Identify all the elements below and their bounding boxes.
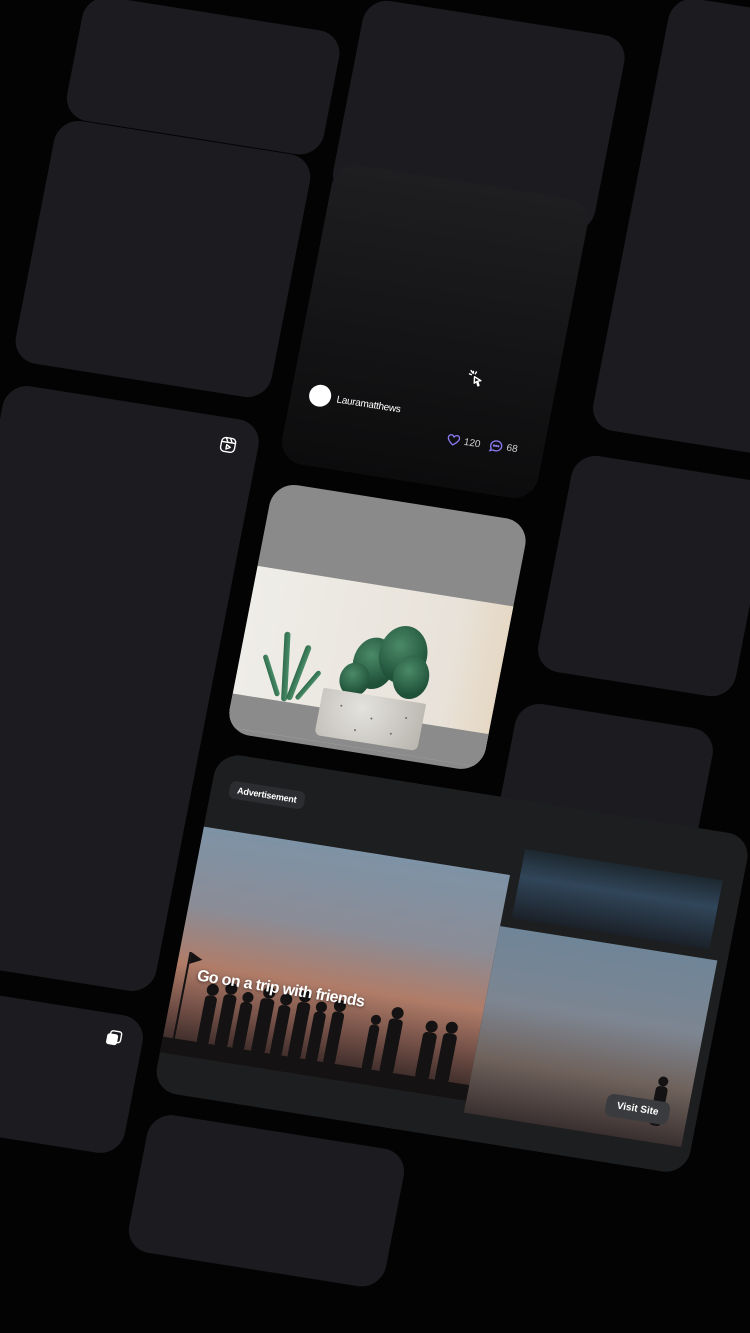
likes-count: 120	[462, 436, 482, 450]
plant-leaf	[262, 653, 281, 697]
feed-card[interactable]	[11, 117, 315, 401]
post-card[interactable]: Lauramatthews 120 68	[277, 161, 592, 502]
heart-icon[interactable]	[446, 433, 461, 447]
photo-card[interactable]	[225, 481, 530, 773]
avatar[interactable]	[307, 383, 334, 409]
comment-icon[interactable]	[488, 439, 503, 454]
feed-card[interactable]	[124, 1111, 409, 1290]
feed-card[interactable]	[533, 452, 750, 700]
layers-icon	[103, 1029, 123, 1052]
feed-grid: Lauramatthews 120 68 Advertisement Go on…	[0, 0, 750, 1290]
advertisement-badge: Advertisement	[227, 780, 307, 810]
comments-stat[interactable]: 68	[488, 439, 519, 456]
likes-stat[interactable]: 120	[446, 433, 482, 450]
cursor-click-icon	[465, 369, 487, 394]
reels-icon	[217, 435, 239, 460]
username[interactable]: Lauramatthews	[336, 394, 402, 415]
comments-count: 68	[505, 442, 519, 456]
cactus-plant-photo	[226, 565, 515, 768]
carousel-card[interactable]	[0, 978, 148, 1157]
